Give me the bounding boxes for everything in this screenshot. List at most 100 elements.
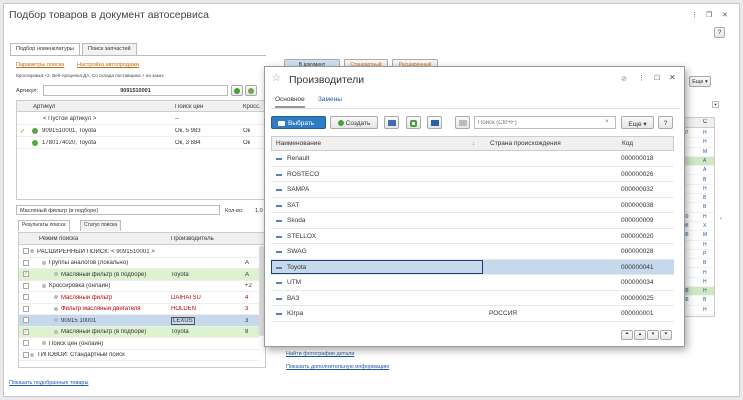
right-row[interactable]: 38 Н <box>681 287 714 297</box>
clear-search-icon[interactable]: × <box>605 118 609 125</box>
right-row[interactable]: М <box>681 148 714 157</box>
nav-down-button[interactable]: ▾ <box>647 330 659 340</box>
right-row[interactable]: 38 М <box>681 231 714 241</box>
right-row[interactable]: Н <box>681 185 714 195</box>
right-more-button[interactable]: Еще ▾ <box>689 76 711 87</box>
result-row[interactable]: ТИПОВОЙ: Стандартный поиск <box>19 350 259 361</box>
dialog-tab-replacements[interactable]: Замены <box>318 96 342 103</box>
result-row[interactable]: Поиск цен (онлайн) <box>19 338 259 350</box>
result-row[interactable]: Фильтр масляный двигателя HOLDEN 3 <box>19 304 259 315</box>
main-help-button[interactable]: ? <box>714 27 725 38</box>
article-price: Ок, 5 983 <box>175 127 201 134</box>
row-checkbox[interactable]: ✓ <box>23 271 29 277</box>
right-row[interactable]: В <box>681 194 714 204</box>
col-price-search: Поиск цен <box>175 103 204 110</box>
window-more-icon[interactable]: ⋮ <box>691 11 698 19</box>
article-row[interactable]: ✓ 9091510001, Toyota Ок, 5 983 Ок <box>17 125 265 137</box>
right-row[interactable]: Н <box>681 269 714 278</box>
manufacturer-row[interactable]: SAT 000000038 <box>271 198 674 213</box>
select-button[interactable]: Выбрать <box>271 116 326 129</box>
manufacturer-row[interactable]: STELLOX 000000020 <box>271 229 674 244</box>
create-button[interactable]: Создать <box>330 116 378 129</box>
filter-input[interactable]: Масляный фильтр (в подборе) <box>16 205 220 215</box>
link-icon[interactable]: ⊘ <box>621 75 627 83</box>
row-checkbox[interactable] <box>23 340 29 346</box>
right-row[interactable]: Н <box>681 241 714 250</box>
right-dropdown-icon[interactable]: ▾ <box>712 101 719 108</box>
manufacturer-row[interactable]: Югра РОССИЯ 000000001 <box>271 306 674 322</box>
manufacturer-row[interactable]: Skoda 000000009 <box>271 213 674 229</box>
result-row[interactable]: ✓ Масляный фильтр (в подборе) Toyota A <box>19 269 259 281</box>
manufacturer-row[interactable]: ROSTECO 000000026 <box>271 167 674 182</box>
article-settings-button[interactable] <box>245 85 257 96</box>
right-row[interactable]: 07 Н <box>681 129 714 139</box>
result-row[interactable]: ✓ Масляный фильтр (в подборе) Toyota 8 <box>19 326 259 338</box>
folder-button[interactable] <box>384 116 399 129</box>
row-checkbox[interactable] <box>23 248 29 254</box>
tab-search-results[interactable]: Результаты поиска <box>18 220 70 231</box>
article-refresh-button[interactable] <box>231 85 243 96</box>
result-row[interactable]: Группы аналогов (локально) A <box>19 258 259 269</box>
sort-icon[interactable]: ↓ <box>472 140 475 147</box>
nav-up-button[interactable]: ▴ <box>634 330 646 340</box>
manufacturer-country: РОССИЯ <box>489 310 518 317</box>
dialog-more-button[interactable]: Еще ▾ <box>621 116 654 129</box>
right-row[interactable]: 49 Н <box>681 213 714 222</box>
row-checkbox[interactable]: ✓ <box>23 328 29 335</box>
article-input[interactable]: 9091510001 <box>43 85 228 96</box>
show-selected-link[interactable]: Показать подобранные товары <box>9 380 88 386</box>
manufacturer-row[interactable]: Toyota 000000041 <box>271 259 674 275</box>
result-row[interactable]: Масляный фильтр DAIHATSU 4 <box>19 292 259 304</box>
tab-parts-search[interactable]: Поиск запчастей <box>82 43 137 55</box>
dialog-close-icon[interactable]: ✕ <box>669 73 676 82</box>
right-row[interactable]: 38 В <box>681 296 714 306</box>
row-checkbox[interactable] <box>23 259 29 266</box>
manufacturer-row[interactable]: SWAG 000000028 <box>271 244 674 260</box>
collapse-left-icon[interactable]: ‹ <box>720 216 722 222</box>
right-row[interactable]: Р <box>681 250 714 260</box>
article-row[interactable]: < Пустой артикул > -- <box>17 113 265 125</box>
article-name: 9091510001, Toyota <box>42 127 97 134</box>
dialog-help-button[interactable]: ? <box>658 116 673 129</box>
right-row[interactable]: Н <box>681 138 714 148</box>
nav-last-button[interactable]: ⏷ <box>660 330 672 340</box>
dialog-maximize-icon[interactable]: ☐ <box>654 74 660 82</box>
right-row[interactable]: В <box>681 176 714 185</box>
search-params-link[interactable]: Параметры поиска <box>16 62 64 68</box>
right-row[interactable]: Н <box>681 278 714 288</box>
row-checkbox[interactable] <box>23 294 29 300</box>
search-input[interactable] <box>474 116 616 129</box>
autoselect-setup-link[interactable]: Настройка автопродажи <box>77 62 139 68</box>
star-icon[interactable]: ☆ <box>272 73 281 84</box>
manufacturer-row[interactable]: SAMPA 000000032 <box>271 182 674 198</box>
right-row[interactable]: А <box>681 166 714 176</box>
nav-first-button[interactable]: ⏶ <box>621 330 633 340</box>
copy-button[interactable] <box>406 116 421 129</box>
dialog-more-icon[interactable]: ⋮ <box>638 74 645 82</box>
window-close-icon[interactable]: ✕ <box>722 11 728 19</box>
right-row[interactable]: 98 Х <box>681 222 714 232</box>
columns-button[interactable] <box>427 116 442 129</box>
result-row[interactable]: Кроссировка (онлайн) +2 <box>19 281 259 292</box>
card-button[interactable] <box>455 116 470 129</box>
more-info-link[interactable]: Показать дополнительную информацию <box>286 364 389 370</box>
find-photos-link[interactable]: Найти фотографии детали <box>286 351 354 357</box>
result-row[interactable]: РАСШИРЕННЫЙ ПОИСК: < 9091510001 > <box>19 246 259 258</box>
qty-value[interactable]: 1,0 <box>255 208 263 214</box>
right-row[interactable]: В <box>681 259 714 269</box>
article-row[interactable]: 1780174020, Toyota Ок, 3 884 Ок <box>17 137 265 149</box>
manufacturer-row[interactable]: UTM 000000034 <box>271 275 674 291</box>
manufacturer-row[interactable]: Renault 000000018 <box>271 151 674 167</box>
row-checkbox[interactable] <box>23 282 29 289</box>
right-row[interactable]: А <box>681 156 714 167</box>
row-checkbox[interactable] <box>23 317 29 323</box>
result-row[interactable]: 90915 10001 LEXUS 3 <box>19 315 259 327</box>
right-row[interactable]: В <box>681 203 714 213</box>
dialog-tab-main[interactable]: Основное <box>275 96 305 108</box>
tab-search-status[interactable]: Статус поиска <box>80 220 122 231</box>
manufacturer-row[interactable]: ВАЗ 000000025 <box>271 291 674 306</box>
row-checkbox[interactable] <box>23 351 29 358</box>
row-checkbox[interactable] <box>23 305 29 312</box>
window-restore-icon[interactable]: ❐ <box>706 11 712 19</box>
right-row[interactable]: Н <box>681 306 714 315</box>
